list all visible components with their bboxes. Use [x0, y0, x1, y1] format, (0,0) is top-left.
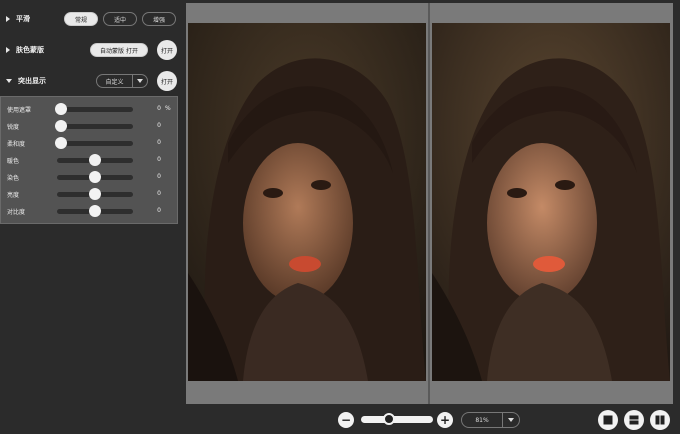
zoom-out-button[interactable]: − [338, 412, 354, 428]
slider-handle[interactable] [89, 188, 101, 200]
slider-track[interactable] [57, 124, 133, 129]
chevron-down-icon [503, 418, 519, 422]
slider-label: 锐度 [7, 124, 20, 131]
slider-row: 对比度 0 [1, 203, 179, 219]
expand-arrow-icon [6, 47, 10, 53]
section-title: 肤色蒙版 [16, 46, 44, 54]
slider-label: 染色 [7, 175, 20, 182]
chevron-down-icon [133, 79, 147, 83]
slider-value: 0 [157, 156, 161, 163]
split-horizontal-icon [629, 415, 639, 425]
single-view-button[interactable] [598, 410, 618, 430]
single-view-icon [603, 415, 613, 425]
zoom-in-button[interactable]: + [437, 412, 453, 428]
slider-row: 染色 0 [1, 169, 179, 185]
slider-handle[interactable] [89, 171, 101, 183]
slider-handle[interactable] [89, 205, 101, 217]
slider-handle[interactable] [55, 120, 67, 132]
skin-mask-toggle-button[interactable]: 打开 [157, 40, 177, 60]
slider-label: 亮度 [7, 192, 20, 199]
slider-value: 0 [157, 207, 161, 214]
slider-value: 0 [157, 190, 161, 197]
split-vertical-icon [655, 415, 665, 425]
zoom-slider-handle[interactable] [383, 413, 395, 425]
split-horizontal-view-button[interactable] [624, 410, 644, 430]
adjustments-panel: 平滑 常规 适中 增强 肤色蒙版 自动蒙版 打开 打开 突出显示 自定义 打开 … [0, 0, 180, 434]
zoom-slider-track[interactable] [361, 416, 433, 423]
slider-row: 使用遮罩 0% [1, 101, 179, 117]
slider-row: 柔和度 0 [1, 135, 179, 151]
slider-row: 暖色 0 [1, 152, 179, 168]
smooth-option-medium[interactable]: 适中 [103, 12, 137, 26]
highlight-toggle-button[interactable]: 打开 [157, 71, 177, 91]
slider-label: 柔和度 [7, 141, 26, 148]
after-image [432, 23, 670, 381]
plus-icon: + [439, 413, 451, 427]
slider-label: 使用遮罩 [7, 107, 32, 114]
slider-group: 使用遮罩 0% 锐度 0 柔和度 0 暖色 0 染色 0 亮度 0 对比度 0 [0, 96, 178, 224]
smooth-option-strong[interactable]: 增强 [142, 12, 176, 26]
portrait-after-image [432, 23, 670, 381]
slider-handle[interactable] [55, 137, 67, 149]
expand-arrow-icon [6, 16, 10, 22]
slider-value: 0 [157, 105, 161, 112]
section-title: 突出显示 [18, 77, 46, 85]
highlight-preset-dropdown[interactable]: 自定义 [96, 74, 148, 88]
before-image [188, 23, 426, 381]
auto-mask-button[interactable]: 自动蒙版 打开 [90, 43, 148, 57]
smooth-option-normal[interactable]: 常规 [64, 12, 98, 26]
slider-value: 0 [157, 122, 161, 129]
slider-unit: % [165, 105, 171, 112]
section-highlight-header[interactable]: 突出显示 [0, 71, 180, 91]
slider-track[interactable] [57, 141, 133, 146]
section-title: 平滑 [16, 15, 30, 23]
split-vertical-view-button[interactable] [650, 410, 670, 430]
slider-label: 暖色 [7, 158, 20, 165]
slider-handle[interactable] [55, 103, 67, 115]
slider-value: 0 [157, 139, 161, 146]
slider-value: 0 [157, 173, 161, 180]
slider-track[interactable] [57, 107, 133, 112]
slider-row: 亮度 0 [1, 186, 179, 202]
zoom-level-value: 81% [475, 416, 489, 424]
dropdown-value: 自定义 [105, 78, 124, 86]
compare-divider[interactable] [428, 3, 430, 404]
slider-handle[interactable] [89, 154, 101, 166]
slider-label: 对比度 [7, 209, 26, 216]
slider-row: 锐度 0 [1, 118, 179, 134]
minus-icon: − [340, 413, 352, 427]
collapse-arrow-icon [6, 79, 12, 83]
zoom-level-dropdown[interactable]: 81% [461, 412, 520, 428]
preview-area [186, 3, 673, 404]
portrait-before-image [188, 23, 426, 381]
